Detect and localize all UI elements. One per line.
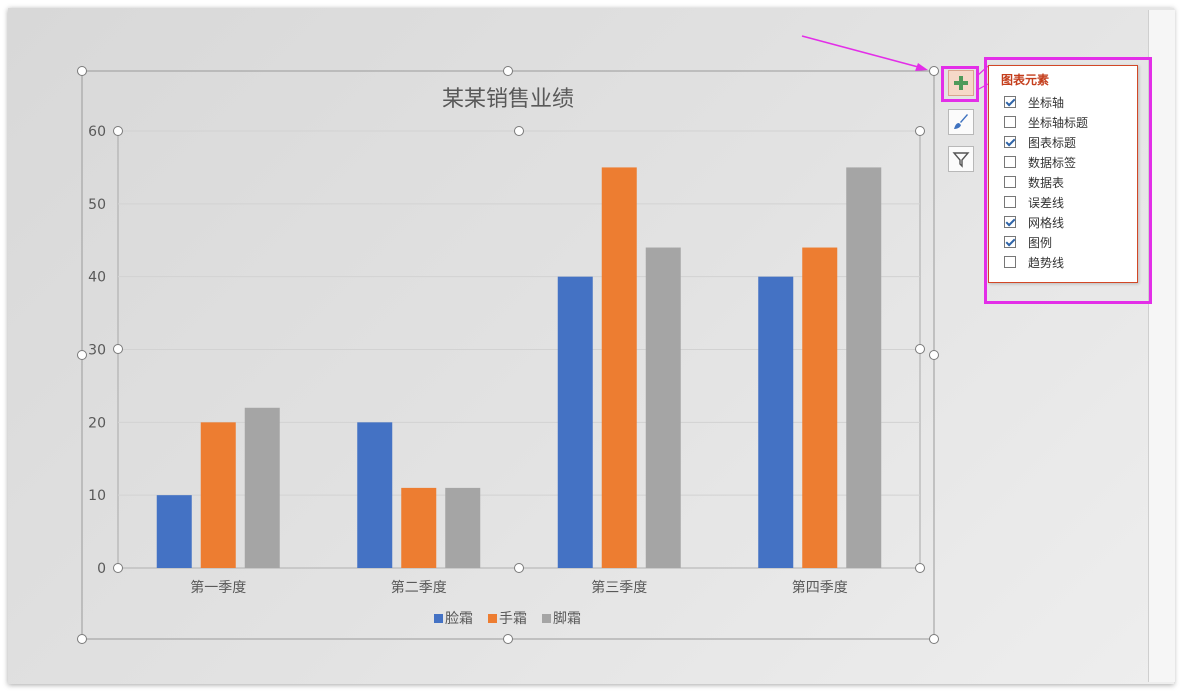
y-tick-label: 50 (88, 197, 106, 213)
legend-label: 脸霜 (445, 611, 473, 627)
flyout-item[interactable]: 数据表 (1004, 173, 1064, 191)
chart-filters-button[interactable] (948, 146, 974, 172)
bar[interactable] (601, 167, 637, 568)
flyout-item-label: 图表标题 (1028, 135, 1077, 150)
plus-icon (954, 76, 968, 90)
checkbox[interactable] (1004, 176, 1016, 188)
bar[interactable] (156, 495, 192, 568)
y-tick-label: 0 (97, 561, 106, 577)
plot-resize-handle[interactable] (113, 126, 123, 136)
plot-resize-handle[interactable] (915, 126, 925, 136)
chart-elements-flyout: 图表元素 坐标轴坐标轴标题图表标题数据标签数据表误差线网格线图例趋势线 (988, 65, 1138, 283)
chart-resize-handle[interactable] (77, 634, 87, 644)
flyout-item[interactable]: 图表标题 (1004, 133, 1076, 151)
bar[interactable] (200, 422, 236, 568)
flyout-item[interactable]: 趋势线 (1004, 253, 1064, 271)
chart-resize-handle[interactable] (77, 66, 87, 76)
y-tick-label: 60 (88, 124, 106, 140)
x-category-label: 第三季度 (591, 579, 647, 596)
y-tick-label: 30 (88, 343, 106, 359)
flyout-item-label: 网格线 (1028, 215, 1065, 230)
bar[interactable] (401, 487, 437, 568)
flyout-item-label: 数据标签 (1028, 155, 1077, 170)
checkbox[interactable] (1004, 96, 1016, 108)
flyout-item[interactable]: 图例 (1004, 233, 1052, 251)
legend-label: 脚霜 (553, 611, 581, 627)
flyout-item-label: 趋势线 (1028, 255, 1065, 270)
legend-swatch (488, 614, 497, 623)
checkbox[interactable] (1004, 236, 1016, 248)
checkbox[interactable] (1004, 116, 1016, 128)
x-category-label: 第四季度 (792, 579, 848, 596)
chart-resize-handle[interactable] (77, 350, 87, 360)
chart-elements-button[interactable] (948, 70, 974, 96)
y-tick-label: 40 (88, 270, 106, 286)
bar[interactable] (846, 167, 882, 568)
flyout-item-label: 误差线 (1028, 195, 1065, 210)
x-category-label: 第二季度 (391, 579, 447, 596)
checkbox[interactable] (1004, 196, 1016, 208)
flyout-item[interactable]: 误差线 (1004, 193, 1064, 211)
checkbox[interactable] (1004, 256, 1016, 268)
bar[interactable] (244, 407, 280, 568)
checkbox[interactable] (1004, 136, 1016, 148)
chart-resize-handle[interactable] (929, 634, 939, 644)
flyout-item-label: 坐标轴 (1028, 95, 1065, 110)
chart-title[interactable]: 某某销售业绩 (442, 87, 574, 112)
checkbox[interactable] (1004, 156, 1016, 168)
bar[interactable] (357, 422, 393, 568)
flyout-title: 图表元素 (1001, 73, 1050, 87)
chart-resize-handle[interactable] (929, 66, 939, 76)
legend-swatch (542, 614, 551, 623)
chart-styles-button[interactable] (948, 109, 974, 135)
bar[interactable] (645, 247, 681, 569)
plot-resize-handle[interactable] (113, 344, 123, 354)
plot-resize-handle[interactable] (113, 563, 123, 573)
flyout-item-label: 数据表 (1028, 175, 1065, 190)
y-tick-label: 10 (88, 488, 106, 504)
x-category-label: 第一季度 (190, 579, 246, 596)
chart-resize-handle[interactable] (929, 350, 939, 360)
plot-resize-handle[interactable] (915, 344, 925, 354)
flyout-item-label: 坐标轴标题 (1028, 115, 1089, 130)
flyout-item[interactable]: 坐标轴 (1004, 93, 1064, 111)
flyout-item[interactable]: 网格线 (1004, 213, 1064, 231)
legend-swatch (434, 614, 443, 623)
bar[interactable] (445, 487, 481, 568)
bar[interactable] (758, 276, 794, 568)
bar[interactable] (557, 276, 593, 568)
plot-resize-handle[interactable] (514, 563, 524, 573)
checkbox[interactable] (1004, 216, 1016, 228)
paintbrush-icon (954, 114, 968, 129)
chart-resize-handle[interactable] (503, 634, 513, 644)
flyout-item-label: 图例 (1028, 235, 1053, 250)
flyout-item[interactable]: 数据标签 (1004, 153, 1076, 171)
filter-icon (952, 152, 970, 168)
flyout-item[interactable]: 坐标轴标题 (1004, 113, 1088, 131)
y-tick-label: 20 (88, 415, 106, 431)
chart-resize-handle[interactable] (503, 66, 513, 76)
plot-resize-handle[interactable] (514, 126, 524, 136)
bar[interactable] (802, 247, 838, 569)
plot-resize-handle[interactable] (915, 563, 925, 573)
legend-label: 手霜 (499, 611, 527, 627)
